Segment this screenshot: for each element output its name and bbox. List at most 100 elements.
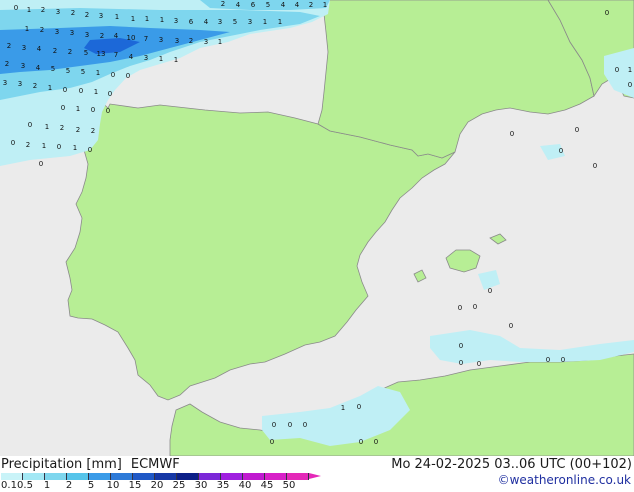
precip-value-label: 5: [51, 65, 55, 73]
precip-value-label: 3: [144, 54, 148, 62]
precip-value-label: 0: [615, 66, 619, 74]
color-scale-segment: [111, 473, 133, 480]
precip-value-label: 1: [628, 66, 632, 74]
color-scale-segment: [67, 473, 89, 480]
precipitation-map: 0 1 2 3 2 2 3 1 1 1 1 3 6 4 3 5 3 1 12 4 6 5 4 4 2 11 2 3 3 3 2 4 10 7 3 3 2…: [0, 0, 634, 456]
precip-value-label: 0: [39, 160, 43, 168]
precip-value-label: 0: [108, 90, 112, 98]
precip-value-label: 0: [126, 72, 130, 80]
precip-value-label: 5: [266, 1, 270, 9]
precip-value-label: 0: [510, 130, 514, 138]
precip-value-label: 0: [488, 287, 492, 295]
color-scale-segment: [155, 473, 177, 480]
precip-title: Precipitation [mm]: [1, 457, 122, 472]
precip-value-label: 1: [94, 88, 98, 96]
precip-value-label: 6: [251, 1, 256, 9]
credit-link[interactable]: ©weatheronline.co.uk: [498, 474, 631, 487]
precip-value-label: 7: [144, 35, 148, 43]
precip-value-label: 0: [14, 4, 18, 12]
color-scale-segment: [23, 473, 45, 480]
model-name: ECMWF: [130, 457, 180, 472]
precip-value-label: 2: [85, 11, 89, 19]
precip-value-label: 1: [42, 142, 46, 150]
precip-value-label: 0: [57, 143, 61, 151]
precip-value-label: 2: [53, 47, 57, 55]
precip-value-label: 4: [36, 64, 41, 72]
precip-value-label: 5: [84, 49, 88, 57]
color-scale-segment: [45, 473, 67, 480]
precip-value-label: 0: [63, 86, 67, 94]
precip-value-label: 4: [114, 32, 119, 40]
precip-value-label: 5: [66, 67, 70, 75]
precip-value-label: 3: [85, 31, 89, 39]
precip-value-label: 0: [111, 71, 115, 79]
precip-value-label: 4: [281, 1, 286, 9]
precip-value-label: 3: [18, 80, 22, 88]
precip-value-label: 3: [218, 18, 222, 26]
precip-value-label: 0: [270, 438, 274, 446]
color-scale-arrow: [309, 473, 321, 479]
precip-value-label: 0: [106, 107, 110, 115]
precip-value-label: 0: [28, 121, 32, 129]
color-scale-segment: [265, 473, 287, 480]
precip-value-label: 5: [81, 68, 85, 76]
precip-value-label: 1: [278, 18, 282, 26]
precip-value-label: 1: [115, 13, 119, 21]
precip-value-label: 2: [26, 141, 30, 149]
precip-value-label: 2: [5, 60, 9, 68]
precip-value-label: 1: [73, 144, 77, 152]
precip-value-label: 1: [174, 56, 178, 64]
precip-value-label: 0: [593, 162, 597, 170]
precip-value-label: 1: [263, 18, 267, 26]
precip-value-label: 0: [357, 403, 361, 411]
precip-value-label: 1: [145, 15, 149, 23]
precip-value-label: 0: [458, 304, 462, 312]
precip-value-label: 2: [91, 127, 95, 135]
precip-value-label: 3: [174, 17, 178, 25]
precip-value-label: 2: [40, 26, 44, 34]
precip-value-label: 3: [248, 18, 252, 26]
color-scale-segment: [89, 473, 111, 480]
precip-value-label: 1: [131, 15, 135, 23]
precip-value-label: 0: [575, 126, 579, 134]
precip-value-label: 3: [204, 38, 208, 46]
precip-value-label: 3: [22, 44, 26, 52]
precip-value-label: 2: [60, 124, 64, 132]
precip-value-label: 5: [233, 18, 237, 26]
precip-value-label: 1: [76, 105, 80, 113]
precip-value-label: 2: [309, 1, 313, 9]
precip-value-label: 0: [477, 360, 481, 368]
color-scale-segment: [199, 473, 221, 480]
color-scale-segment: [177, 473, 199, 480]
precip-value-label: 4: [236, 1, 241, 9]
precip-value-label: 0: [628, 81, 632, 89]
color-scale-bar: [1, 473, 309, 480]
precip-value-label: 0: [459, 359, 463, 367]
precip-value-label: 3: [3, 79, 7, 87]
precip-value-label: 2: [33, 82, 37, 90]
precip-value-label: 10: [127, 34, 136, 42]
precip-value-label: 1: [48, 84, 52, 92]
precip-value-label: 3: [159, 36, 163, 44]
precip-value-label: 0: [459, 342, 463, 350]
precip-value-label: 1: [27, 6, 31, 14]
precip-value-label: 0: [359, 438, 363, 446]
precip-value-label: 0: [509, 322, 513, 330]
legend-title: Precipitation [mm] ECMWF: [1, 458, 180, 471]
precip-value-label: 7: [114, 51, 118, 59]
precip-value-label: 2: [76, 126, 80, 134]
color-scale-segment: [133, 473, 155, 480]
precip-value-label: 1: [159, 55, 163, 63]
precip-value-label: 3: [55, 28, 59, 36]
precip-value-label: 0: [605, 9, 609, 17]
precip-value-label: 2: [7, 42, 11, 50]
precip-value-label: 4: [37, 45, 42, 53]
precip-value-label: 2: [100, 32, 104, 40]
precip-value-label: 4: [295, 1, 300, 9]
precip-value-label: 0: [61, 104, 65, 112]
precip-value-label: 1: [96, 69, 100, 77]
precip-value-label: 2: [68, 48, 72, 56]
precip-value-label: 0: [11, 139, 15, 147]
precip-value-label: 3: [21, 62, 25, 70]
precip-value-label: 0: [559, 147, 563, 155]
